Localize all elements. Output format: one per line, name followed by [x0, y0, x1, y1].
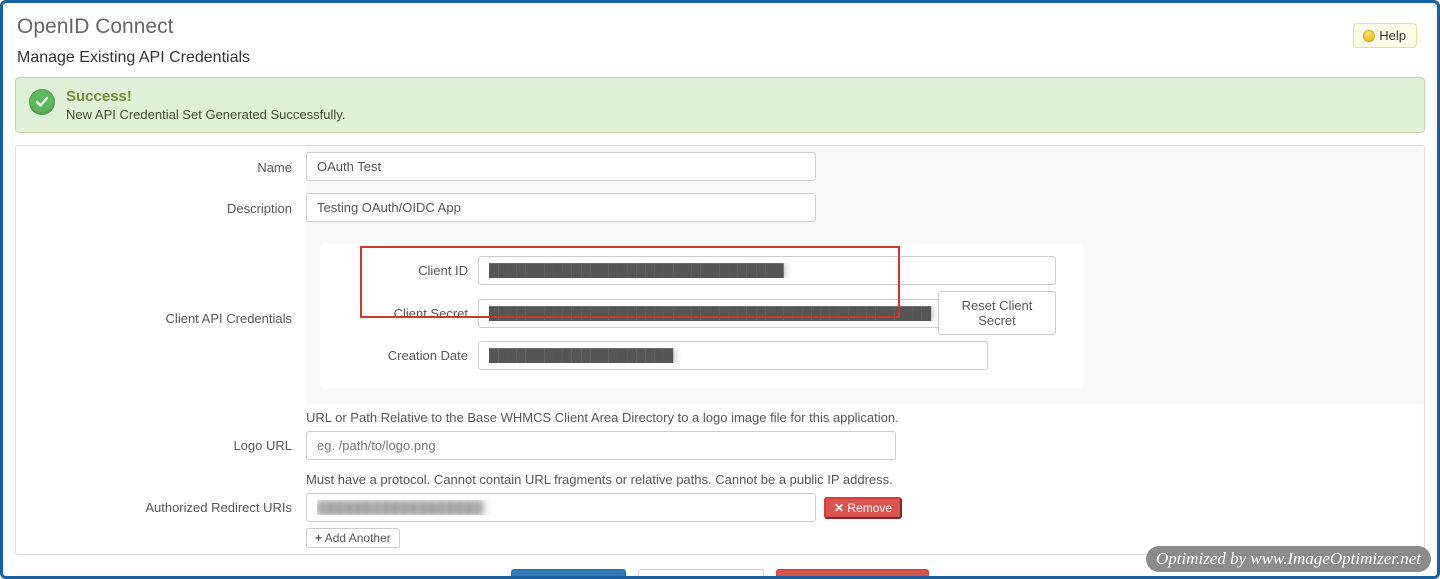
- close-icon: ✕: [834, 501, 844, 515]
- alert-title: Success!: [66, 88, 345, 105]
- help-button[interactable]: Help: [1353, 23, 1417, 48]
- creation-date-input: [478, 341, 988, 370]
- logo-url-label: Logo URL: [16, 404, 306, 463]
- reset-client-secret-button[interactable]: Reset Client Secret: [938, 291, 1056, 335]
- lightbulb-icon: [1364, 31, 1374, 41]
- alert-message: New API Credential Set Generated Success…: [66, 107, 345, 122]
- add-another-label: Add Another: [325, 531, 391, 545]
- success-alert: Success! New API Credential Set Generate…: [15, 77, 1425, 133]
- creation-date-label: Creation Date: [348, 348, 468, 363]
- name-label: Name: [16, 146, 306, 185]
- add-another-button[interactable]: + Add Another: [306, 528, 400, 548]
- save-button[interactable]: Save Changes: [511, 569, 626, 579]
- remove-label: Remove: [847, 501, 892, 515]
- client-id-label: Client ID: [348, 263, 468, 278]
- logo-url-input[interactable]: [306, 431, 896, 460]
- redirect-uris-label: Authorized Redirect URIs: [16, 466, 306, 525]
- delete-button[interactable]: Delete Credential Set: [776, 569, 930, 579]
- app-window: Help OpenID Connect Manage Existing API …: [0, 0, 1440, 579]
- plus-icon: +: [315, 531, 322, 545]
- description-input[interactable]: [306, 193, 816, 222]
- remove-uri-button[interactable]: ✕ Remove: [824, 497, 902, 519]
- cancel-button[interactable]: Cancel Changes: [638, 569, 764, 579]
- redirect-help-text: Must have a protocol. Cannot contain URL…: [306, 472, 1414, 487]
- redirect-uri-input[interactable]: [306, 493, 816, 522]
- api-credentials-label: Client API Credentials: [16, 297, 306, 336]
- checkmark-icon: [30, 90, 54, 114]
- description-label: Description: [16, 187, 306, 226]
- help-label: Help: [1379, 28, 1406, 43]
- name-input[interactable]: [306, 152, 816, 181]
- client-id-input[interactable]: [478, 256, 1056, 285]
- logo-help-text: URL or Path Relative to the Base WHMCS C…: [306, 410, 1414, 425]
- credentials-well: Client ID Client Secret Reset Client Sec…: [320, 244, 1084, 388]
- client-secret-input[interactable]: [478, 299, 988, 328]
- page-title: OpenID Connect: [17, 15, 1423, 39]
- page-subtitle: Manage Existing API Credentials: [17, 49, 1423, 67]
- watermark-text: Optimized by www.ImageOptimizer.net: [1146, 546, 1431, 572]
- form-panel: Name Description Client API Credentials …: [15, 145, 1425, 555]
- client-secret-label: Client Secret: [348, 306, 468, 321]
